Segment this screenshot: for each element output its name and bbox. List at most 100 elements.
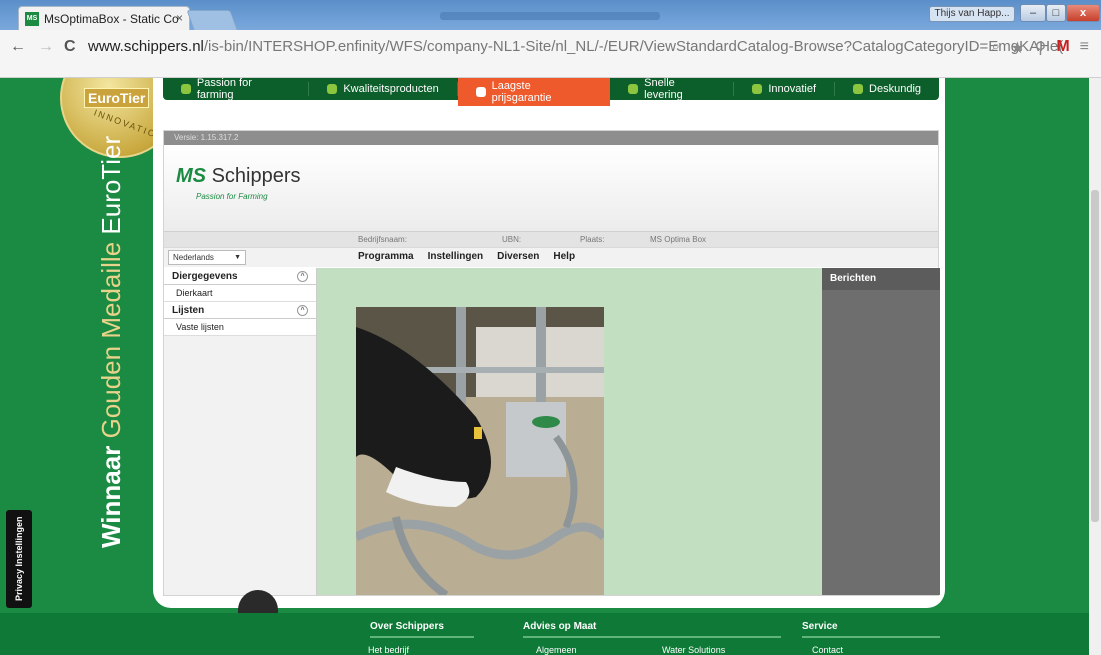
tab-close-icon[interactable]: × <box>176 11 183 25</box>
ubn-label: UBN: <box>502 235 522 244</box>
award-banner: Winnaar Gouden Medaille EuroTier <box>96 136 127 548</box>
section-diergegevens[interactable]: Diergegevens ^ <box>164 268 316 285</box>
menu-instellingen[interactable]: Instellingen <box>428 251 484 262</box>
app-menus: Programma Instellingen Diversen Help <box>358 251 575 262</box>
messages-panel: Berichten <box>822 268 940 595</box>
section-title: Diergegevens <box>172 271 238 282</box>
scrollbar-thumb[interactable] <box>1091 190 1099 522</box>
zoom-icon[interactable]: ⌕ <box>991 38 1000 58</box>
bookmark-star-icon[interactable]: ★ <box>1010 38 1024 58</box>
extension-icon[interactable]: ⚲ <box>1035 38 1047 58</box>
collapse-icon[interactable]: ^ <box>297 271 308 282</box>
quality-icon <box>327 84 338 94</box>
nav-label: Snelle levering <box>644 78 683 101</box>
award-gold: Gouden Medaille <box>96 241 126 439</box>
menu-bar: Nederlands ▼ Programma Instellingen Dive… <box>164 247 938 267</box>
euro-icon <box>475 87 486 97</box>
chevron-down-icon: ▼ <box>234 254 241 261</box>
nav-label: Deskundig <box>869 83 922 95</box>
logo-ms: MS <box>176 165 206 187</box>
language-select[interactable]: Nederlands ▼ <box>168 250 246 265</box>
menu-icon[interactable]: ≡ <box>1080 38 1089 58</box>
footer-link-contact[interactable]: Contact <box>812 645 843 655</box>
minimize-button[interactable]: – <box>1020 4 1046 22</box>
toolbar-icons: ⌕ ★ ⚲ M ≡ <box>991 38 1089 58</box>
site-footer: Over Schippers Advies op Maat Service He… <box>0 613 1089 655</box>
nav-item-dierkaart[interactable]: Dierkaart <box>164 285 316 302</box>
browser-tab-bar: MS MsOptimaBox - Static Co × Thijs van H… <box>0 0 1101 30</box>
menu-help[interactable]: Help <box>553 251 575 262</box>
browser-tab[interactable]: MS MsOptimaBox - Static Co × <box>18 6 190 30</box>
nav-label: Innovatief <box>768 83 817 95</box>
nav-passion[interactable]: Passion for farming <box>163 78 310 101</box>
close-window-button[interactable]: x <box>1066 4 1100 22</box>
address-bar[interactable]: www.schippers.nl /is-bin/INTERSHOP.enfin… <box>88 34 1088 58</box>
footer-col-advies: Advies op Maat <box>523 621 781 638</box>
footer-col-over: Over Schippers <box>370 621 474 638</box>
new-tab-button[interactable] <box>186 10 238 30</box>
url-path: /is-bin/INTERSHOP.enfinity/WFS/company-N… <box>203 37 1064 55</box>
collapse-icon[interactable]: ^ <box>297 305 308 316</box>
tab-title: MsOptimaBox - Static Co <box>44 11 179 26</box>
section-lijsten[interactable]: Lijsten ^ <box>164 302 316 319</box>
nav-lowest-price[interactable]: Laagste prijsgarantie <box>457 78 611 106</box>
menu-programma[interactable]: Programma <box>358 251 414 262</box>
medal-brand: EuroTier <box>84 88 150 108</box>
nav-label: Laagste prijsgarantie <box>491 80 552 104</box>
maximize-button[interactable]: □ <box>1046 4 1066 22</box>
person-icon <box>853 84 864 94</box>
footer-link-algemeen[interactable]: Algemeen <box>536 645 577 655</box>
award-bold: Winnaar <box>96 445 126 548</box>
url-host: www.schippers.nl <box>88 37 204 55</box>
window-title <box>440 12 660 20</box>
main-card: Passion for farming Kwaliteitsproducten … <box>153 78 945 608</box>
info-bar: Bedrijfsnaam: UBN: Plaats: MS Optima Box <box>164 231 938 247</box>
logo-area: MS Schippers Passion for Farming <box>164 145 938 231</box>
nav-quality[interactable]: Kwaliteitsproducten <box>309 82 458 96</box>
footer-link-bedrijf[interactable]: Het bedrijf <box>368 645 409 655</box>
footer-title: Advies op Maat <box>523 621 597 632</box>
photo-illustration <box>356 307 604 595</box>
nav-label: Kwaliteitsproducten <box>343 83 439 95</box>
section-title: Lijsten <box>172 305 205 316</box>
company-label: Bedrijfsnaam: <box>358 235 407 244</box>
footer-title: Service <box>802 621 838 632</box>
logo-name: Schippers <box>211 165 301 187</box>
product-name: MS Optima Box <box>650 235 707 244</box>
truck-icon <box>628 84 639 94</box>
reload-icon[interactable]: C <box>64 38 76 56</box>
web-page: EuroTier INNOVATION Winnaar Gouden Medai… <box>0 78 1101 655</box>
schippers-logo: MS Schippers Passion for Farming <box>176 165 301 201</box>
site-navigation: Passion for farming Kwaliteitsproducten … <box>163 78 939 106</box>
main-content-panel <box>317 268 822 595</box>
privacy-settings-button[interactable]: Privacy Instellingen <box>6 510 32 608</box>
footer-title: Over Schippers <box>370 621 444 632</box>
footer-col-service: Service <box>802 621 940 638</box>
back-icon[interactable]: ← <box>10 38 26 56</box>
cow-feeding-photo <box>356 307 604 595</box>
footer-link-water[interactable]: Water Solutions <box>662 645 725 655</box>
nav-label: Passion for farming <box>196 78 252 101</box>
messages-title: Berichten <box>822 268 940 290</box>
award-rest: EuroTier <box>96 135 126 235</box>
left-navigation-panel: Diergegevens ^ Dierkaart Lijsten ^ Vaste… <box>164 268 317 595</box>
language-value: Nederlands <box>173 253 214 262</box>
gmail-icon[interactable]: M <box>1056 38 1069 58</box>
app-content: Diergegevens ^ Dierkaart Lijsten ^ Vaste… <box>164 268 940 595</box>
place-label: Plaats: <box>580 235 605 244</box>
bulb-icon <box>752 84 763 94</box>
page-scrollbar[interactable] <box>1089 78 1101 655</box>
profile-button[interactable]: Thijs van Happ... <box>929 6 1015 22</box>
nav-expert[interactable]: Deskundig <box>835 82 939 96</box>
nav-item-vaste-lijsten[interactable]: Vaste lijsten <box>164 319 316 336</box>
app-frame: Versie: 1.15.317.2 MS Schippers Passion … <box>163 130 940 596</box>
nav-delivery[interactable]: Snelle levering <box>610 78 735 101</box>
nav-innovative[interactable]: Innovatief <box>734 82 836 96</box>
heart-icon <box>181 84 191 94</box>
forward-icon[interactable]: → <box>38 38 54 56</box>
favicon-icon: MS <box>25 11 39 26</box>
browser-toolbar: ← → C www.schippers.nl /is-bin/INTERSHOP… <box>0 30 1101 78</box>
logo-tagline: Passion for Farming <box>196 192 268 201</box>
version-bar: Versie: 1.15.317.2 <box>164 131 938 145</box>
menu-diversen[interactable]: Diversen <box>497 251 539 262</box>
